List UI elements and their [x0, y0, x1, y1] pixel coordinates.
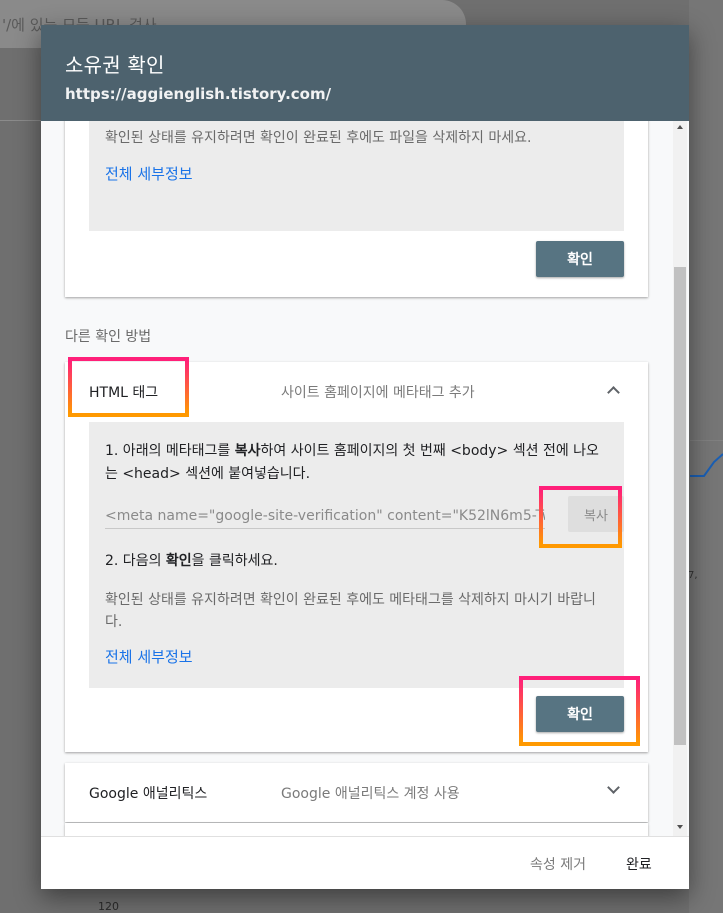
- ownership-verification-dialog: 소유권 확인 https://aggienglish.tistory.com/ …: [41, 25, 689, 889]
- meta-tag-row: <meta name="google-site-verification" co…: [105, 496, 624, 538]
- dialog-header: 소유권 확인 https://aggienglish.tistory.com/: [41, 25, 689, 121]
- other-methods-heading: 다른 확인 방법: [65, 329, 152, 345]
- html-tag-instructions: 1. 아래의 메타태그를 복사하여 사이트 홈페이지의 첫 번째 <body> …: [89, 422, 624, 688]
- chevron-up-icon[interactable]: [607, 386, 620, 399]
- verification-card-google-analytics[interactable]: Google 애널리틱스 Google 애널리틱스 계정 사용: [65, 763, 648, 822]
- property-url: https://aggienglish.tistory.com/: [65, 85, 332, 103]
- scrollbar-thumb[interactable]: [674, 267, 686, 745]
- full-details-link[interactable]: 전체 세부정보: [105, 646, 193, 667]
- chevron-down-icon[interactable]: [607, 781, 620, 794]
- dialog-footer: 속성 제거 완료: [41, 836, 689, 889]
- html-tag-description: 사이트 홈페이지에 메타태그 추가: [281, 385, 475, 401]
- scroll-up-icon[interactable]: [677, 125, 683, 129]
- instructions-box: 확인된 상태를 유지하려면 확인이 완료된 후에도 파일을 삭제하지 마세요. …: [89, 121, 624, 231]
- meta-tag-field[interactable]: <meta name="google-site-verification" co…: [105, 508, 545, 529]
- background-axis-value: 120: [98, 900, 119, 913]
- analytics-header[interactable]: Google 애널리틱스 Google 애널리틱스 계정 사용: [65, 763, 648, 823]
- background-chart-line: [690, 440, 723, 477]
- background-side-label: 7,: [688, 570, 698, 581]
- step-1-text: 1. 아래의 메타태그를 복사하여 사이트 홈페이지의 첫 번째 <body> …: [105, 443, 599, 482]
- keep-meta-note: 확인된 상태를 유지하려면 확인이 완료된 후에도 메타태그를 삭제하지 마시기…: [105, 592, 596, 630]
- done-button[interactable]: 완료: [626, 854, 652, 874]
- remove-property-button[interactable]: 속성 제거: [530, 854, 586, 874]
- keep-file-note: 확인된 상태를 유지하려면 확인이 완료된 후에도 파일을 삭제하지 마세요.: [105, 130, 532, 146]
- highlight-html-tag: [68, 357, 189, 417]
- dialog-body: 확인된 상태를 유지하려면 확인이 완료된 후에도 파일을 삭제하지 마세요. …: [41, 121, 689, 836]
- verification-card-next[interactable]: [65, 823, 648, 836]
- confirm-button[interactable]: 확인: [536, 241, 624, 277]
- scroll-down-icon[interactable]: [677, 825, 683, 829]
- analytics-title: Google 애널리틱스: [89, 786, 208, 802]
- full-details-link[interactable]: 전체 세부정보: [105, 163, 193, 184]
- highlight-copy-button: [539, 486, 622, 548]
- step-2-text: 2. 다음의 확인을 클릭하세요.: [105, 553, 278, 569]
- analytics-description: Google 애널리틱스 계정 사용: [281, 786, 460, 802]
- verification-card-html-file: 확인된 상태를 유지하려면 확인이 완료된 후에도 파일을 삭제하지 마세요. …: [65, 121, 648, 297]
- highlight-confirm-button: [519, 676, 640, 746]
- dialog-title: 소유권 확인: [65, 53, 165, 77]
